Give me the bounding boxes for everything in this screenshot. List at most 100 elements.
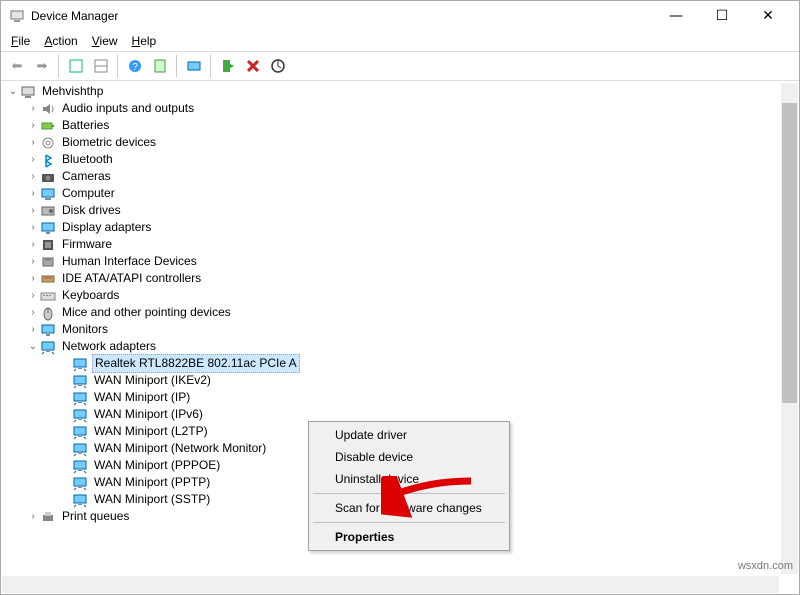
scan-hardware-button[interactable]	[266, 54, 290, 78]
help-button[interactable]: ?	[123, 54, 147, 78]
view-button[interactable]	[89, 54, 113, 78]
tree-device[interactable]: Realtek RTL8822BE 802.11ac PCIe A	[2, 355, 779, 372]
properties-button[interactable]	[148, 54, 172, 78]
tree-item-label: Keyboards	[60, 287, 121, 304]
network-icon	[72, 407, 88, 423]
tree-category[interactable]: Network adapters	[2, 338, 779, 355]
minimize-button[interactable]: —	[653, 1, 699, 31]
context-menu-item[interactable]: Update driver	[311, 424, 507, 446]
caret-icon[interactable]	[26, 100, 40, 117]
monitor-icon	[40, 322, 56, 338]
svg-text:?: ?	[132, 62, 138, 73]
tree-category[interactable]: Biometric devices	[2, 134, 779, 151]
caret-icon[interactable]	[6, 83, 20, 100]
forward-button[interactable]: ➡	[30, 54, 54, 78]
caret-icon[interactable]	[26, 270, 40, 287]
tree-category[interactable]: Disk drives	[2, 202, 779, 219]
tree-item-label: IDE ATA/ATAPI controllers	[60, 270, 203, 287]
tree-category[interactable]: Display adapters	[2, 219, 779, 236]
caret-icon[interactable]	[26, 202, 40, 219]
back-button[interactable]: ⬅	[5, 54, 29, 78]
tree-category[interactable]: Batteries	[2, 117, 779, 134]
tree-category[interactable]: Human Interface Devices	[2, 253, 779, 270]
tree-item-label: Mice and other pointing devices	[60, 304, 233, 321]
menu-help[interactable]: Help	[126, 33, 163, 49]
keyboard-icon	[40, 288, 56, 304]
menu-bar: File Action View Help	[1, 31, 799, 51]
tree-item-label: WAN Miniport (IP)	[92, 389, 192, 406]
ide-icon	[40, 271, 56, 287]
vertical-scrollbar[interactable]	[781, 83, 798, 574]
scrollbar-thumb[interactable]	[782, 103, 797, 403]
caret-icon[interactable]	[26, 134, 40, 151]
network-icon	[72, 424, 88, 440]
context-menu-item[interactable]: Uninstall device	[311, 468, 507, 490]
horizontal-scrollbar[interactable]	[2, 576, 779, 593]
computer-icon	[40, 186, 56, 202]
context-menu-item[interactable]: Disable device	[311, 446, 507, 468]
tree-category[interactable]: Audio inputs and outputs	[2, 100, 779, 117]
tree-device[interactable]: WAN Miniport (IP)	[2, 389, 779, 406]
caret-icon[interactable]	[26, 321, 40, 338]
tree-item-label: Biometric devices	[60, 134, 158, 151]
tree-item-label: Print queues	[60, 508, 131, 525]
tree-item-label: WAN Miniport (IKEv2)	[92, 372, 213, 389]
tree-item-label: Human Interface Devices	[60, 253, 199, 270]
tree-item-label: WAN Miniport (PPPOE)	[92, 457, 222, 474]
caret-icon[interactable]	[26, 117, 40, 134]
caret-icon[interactable]	[26, 185, 40, 202]
tree-device[interactable]: WAN Miniport (IKEv2)	[2, 372, 779, 389]
tree-item-label: Network adapters	[60, 338, 158, 355]
caret-icon[interactable]	[26, 168, 40, 185]
tree-category[interactable]: IDE ATA/ATAPI controllers	[2, 270, 779, 287]
caret-icon[interactable]	[26, 236, 40, 253]
tree-category[interactable]: Cameras	[2, 168, 779, 185]
menu-view[interactable]: View	[86, 33, 124, 49]
enable-device-button[interactable]	[216, 54, 240, 78]
network-icon	[72, 492, 88, 508]
hid-icon	[40, 254, 56, 270]
printer-icon	[40, 509, 56, 525]
close-button[interactable]: ✕	[745, 1, 791, 31]
tree-item-label: Display adapters	[60, 219, 153, 236]
context-menu-item[interactable]: Properties	[311, 526, 507, 548]
context-menu: Update driverDisable deviceUninstall dev…	[308, 421, 510, 551]
tree-item-label: Bluetooth	[60, 151, 115, 168]
caret-icon[interactable]	[26, 253, 40, 270]
computer-icon	[20, 84, 36, 100]
tree-category[interactable]: Keyboards	[2, 287, 779, 304]
window-title: Device Manager	[31, 9, 118, 23]
menu-file[interactable]: File	[5, 33, 36, 49]
bluetooth-icon	[40, 152, 56, 168]
tree-item-label: Realtek RTL8822BE 802.11ac PCIe A	[92, 354, 300, 373]
caret-icon[interactable]	[26, 304, 40, 321]
display-icon	[40, 220, 56, 236]
caret-icon[interactable]	[26, 151, 40, 168]
tree-item-label: Audio inputs and outputs	[60, 100, 196, 117]
caret-icon[interactable]	[26, 219, 40, 236]
tree-category[interactable]: Computer	[2, 185, 779, 202]
caret-icon[interactable]	[26, 287, 40, 304]
context-menu-item[interactable]: Scan for hardware changes	[311, 497, 507, 519]
tree-category[interactable]: Firmware	[2, 236, 779, 253]
caret-icon[interactable]	[26, 338, 40, 355]
tree-root[interactable]: Mehvishthp	[2, 83, 779, 100]
context-menu-separator	[313, 522, 505, 523]
disk-icon	[40, 203, 56, 219]
caret-icon[interactable]	[26, 508, 40, 525]
toolbar-separator	[117, 54, 119, 78]
tree-item-label: WAN Miniport (L2TP)	[92, 423, 210, 440]
tree-category[interactable]: Bluetooth	[2, 151, 779, 168]
tree-item-label: Firmware	[60, 236, 114, 253]
menu-action[interactable]: Action	[38, 33, 83, 49]
tree-category[interactable]: Monitors	[2, 321, 779, 338]
uninstall-device-button[interactable]	[241, 54, 265, 78]
audio-icon	[40, 101, 56, 117]
biometric-icon	[40, 135, 56, 151]
show-hidden-button[interactable]	[64, 54, 88, 78]
tree-category[interactable]: Mice and other pointing devices	[2, 304, 779, 321]
maximize-button[interactable]: ☐	[699, 1, 745, 31]
network-icon	[72, 475, 88, 491]
update-driver-button[interactable]	[182, 54, 206, 78]
network-icon	[72, 356, 88, 372]
